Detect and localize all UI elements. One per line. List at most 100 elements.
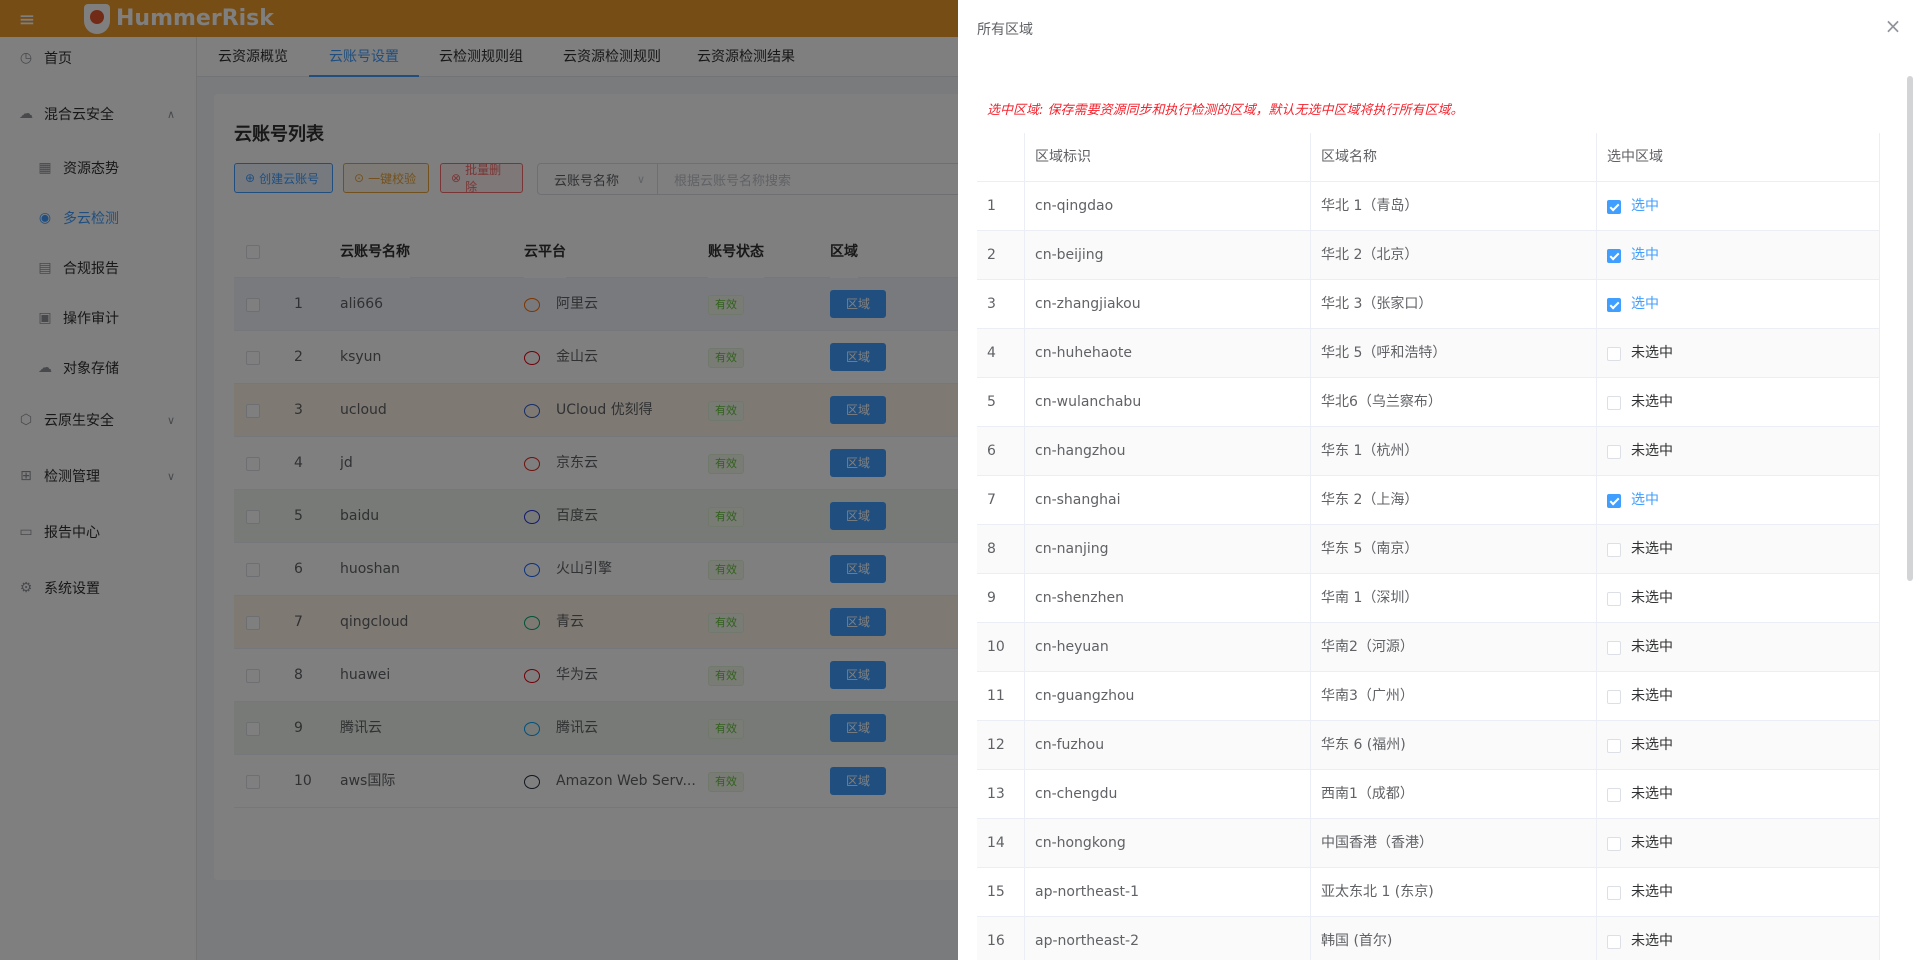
region-checkbox[interactable] xyxy=(1607,935,1621,949)
region-name: 韩国 (首尔) xyxy=(1311,917,1597,960)
row-number-header xyxy=(977,133,1025,182)
region-name: 华南 1（深圳） xyxy=(1311,574,1597,623)
drawer-scrollbar[interactable] xyxy=(1907,76,1913,581)
region-select-label: 未选中 xyxy=(1631,737,1673,753)
region-select-cell[interactable]: 选中 xyxy=(1597,231,1880,280)
region-select-cell[interactable]: 未选中 xyxy=(1597,525,1880,574)
region-index: 6 xyxy=(977,427,1025,476)
region-select-label: 选中 xyxy=(1631,492,1659,508)
region-select-label: 未选中 xyxy=(1631,443,1673,459)
region-column-header: 区域标识 xyxy=(1025,133,1311,182)
region-index: 9 xyxy=(977,574,1025,623)
region-name: 华南3（广州） xyxy=(1311,672,1597,721)
region-id: cn-shenzhen xyxy=(1025,574,1311,623)
region-index: 2 xyxy=(977,231,1025,280)
region-row: 14 cn-hongkong 中国香港（香港） 未选中 xyxy=(977,819,1880,868)
region-id: cn-hongkong xyxy=(1025,819,1311,868)
region-checkbox[interactable] xyxy=(1607,200,1621,214)
region-select-cell[interactable]: 未选中 xyxy=(1597,574,1880,623)
region-index: 7 xyxy=(977,476,1025,525)
close-icon[interactable]: × xyxy=(1883,16,1903,36)
region-checkbox[interactable] xyxy=(1607,690,1621,704)
region-row: 6 cn-hangzhou 华东 1（杭州） 未选中 xyxy=(977,427,1880,476)
region-row: 8 cn-nanjing 华东 5（南京） 未选中 xyxy=(977,525,1880,574)
region-checkbox[interactable] xyxy=(1607,641,1621,655)
region-index: 15 xyxy=(977,868,1025,917)
region-checkbox[interactable] xyxy=(1607,445,1621,459)
region-name: 华北 5（呼和浩特） xyxy=(1311,329,1597,378)
region-row: 7 cn-shanghai 华东 2（上海） 选中 xyxy=(977,476,1880,525)
region-id: cn-huhehaote xyxy=(1025,329,1311,378)
region-id: cn-fuzhou xyxy=(1025,721,1311,770)
region-select-label: 未选中 xyxy=(1631,786,1673,802)
region-name: 华北 2（北京） xyxy=(1311,231,1597,280)
region-checkbox[interactable] xyxy=(1607,739,1621,753)
region-id: cn-qingdao xyxy=(1025,182,1311,231)
region-checkbox[interactable] xyxy=(1607,543,1621,557)
region-select-cell[interactable]: 未选中 xyxy=(1597,770,1880,819)
region-index: 5 xyxy=(977,378,1025,427)
region-select-cell[interactable]: 未选中 xyxy=(1597,868,1880,917)
region-index: 16 xyxy=(977,917,1025,960)
region-select-cell[interactable]: 未选中 xyxy=(1597,721,1880,770)
region-select-cell[interactable]: 未选中 xyxy=(1597,672,1880,721)
region-select-cell[interactable]: 未选中 xyxy=(1597,329,1880,378)
region-select-cell[interactable]: 选中 xyxy=(1597,182,1880,231)
region-checkbox[interactable] xyxy=(1607,249,1621,263)
region-drawer: 所有区域 × 选中区域: 保存需要资源同步和执行检测的区域，默认无选中区域将执行… xyxy=(958,0,1916,960)
region-select-label: 选中 xyxy=(1631,198,1659,214)
region-checkbox[interactable] xyxy=(1607,592,1621,606)
drawer-title: 所有区域 xyxy=(977,22,1033,38)
region-checkbox[interactable] xyxy=(1607,837,1621,851)
region-header-row: 区域标识 区域名称 选中区域 xyxy=(977,133,1880,182)
region-select-label: 未选中 xyxy=(1631,590,1673,606)
region-select-cell[interactable]: 未选中 xyxy=(1597,623,1880,672)
region-select-cell[interactable]: 选中 xyxy=(1597,280,1880,329)
region-row: 15 ap-northeast-1 亚太东北 1 (东京) 未选中 xyxy=(977,868,1880,917)
region-id: ap-northeast-1 xyxy=(1025,868,1311,917)
region-select-cell[interactable]: 未选中 xyxy=(1597,427,1880,476)
region-select-cell[interactable]: 选中 xyxy=(1597,476,1880,525)
region-select-cell[interactable]: 未选中 xyxy=(1597,378,1880,427)
region-row: 1 cn-qingdao 华北 1（青岛） 选中 xyxy=(977,182,1880,231)
region-select-label: 未选中 xyxy=(1631,835,1673,851)
region-index: 1 xyxy=(977,182,1025,231)
region-checkbox[interactable] xyxy=(1607,494,1621,508)
region-select-label: 未选中 xyxy=(1631,345,1673,361)
region-id: cn-hangzhou xyxy=(1025,427,1311,476)
region-row: 5 cn-wulanchabu 华北6（乌兰察布） 未选中 xyxy=(977,378,1880,427)
region-checkbox[interactable] xyxy=(1607,788,1621,802)
region-id: cn-wulanchabu xyxy=(1025,378,1311,427)
region-id: cn-zhangjiakou xyxy=(1025,280,1311,329)
region-name: 华北 1（青岛） xyxy=(1311,182,1597,231)
region-name: 华东 1（杭州） xyxy=(1311,427,1597,476)
region-index: 13 xyxy=(977,770,1025,819)
region-select-label: 未选中 xyxy=(1631,688,1673,704)
region-row: 11 cn-guangzhou 华南3（广州） 未选中 xyxy=(977,672,1880,721)
region-index: 10 xyxy=(977,623,1025,672)
region-id: cn-chengdu xyxy=(1025,770,1311,819)
region-checkbox[interactable] xyxy=(1607,298,1621,312)
region-name: 华东 6 (福州) xyxy=(1311,721,1597,770)
region-select-label: 未选中 xyxy=(1631,394,1673,410)
region-checkbox[interactable] xyxy=(1607,347,1621,361)
region-id: cn-heyuan xyxy=(1025,623,1311,672)
region-select-label: 选中 xyxy=(1631,296,1659,312)
region-select-cell[interactable]: 未选中 xyxy=(1597,819,1880,868)
region-name: 华东 2（上海） xyxy=(1311,476,1597,525)
region-id: cn-shanghai xyxy=(1025,476,1311,525)
region-select-label: 未选中 xyxy=(1631,933,1673,949)
region-id: ap-northeast-2 xyxy=(1025,917,1311,960)
region-name: 亚太东北 1 (东京) xyxy=(1311,868,1597,917)
region-select-label: 选中 xyxy=(1631,247,1659,263)
region-checkbox[interactable] xyxy=(1607,396,1621,410)
region-row: 3 cn-zhangjiakou 华北 3（张家口） 选中 xyxy=(977,280,1880,329)
region-select-cell[interactable]: 未选中 xyxy=(1597,917,1880,960)
region-index: 8 xyxy=(977,525,1025,574)
region-checkbox[interactable] xyxy=(1607,886,1621,900)
region-row: 9 cn-shenzhen 华南 1（深圳） 未选中 xyxy=(977,574,1880,623)
region-name: 华北6（乌兰察布） xyxy=(1311,378,1597,427)
region-row: 10 cn-heyuan 华南2（河源） 未选中 xyxy=(977,623,1880,672)
region-select-label: 未选中 xyxy=(1631,639,1673,655)
region-row: 4 cn-huhehaote 华北 5（呼和浩特） 未选中 xyxy=(977,329,1880,378)
